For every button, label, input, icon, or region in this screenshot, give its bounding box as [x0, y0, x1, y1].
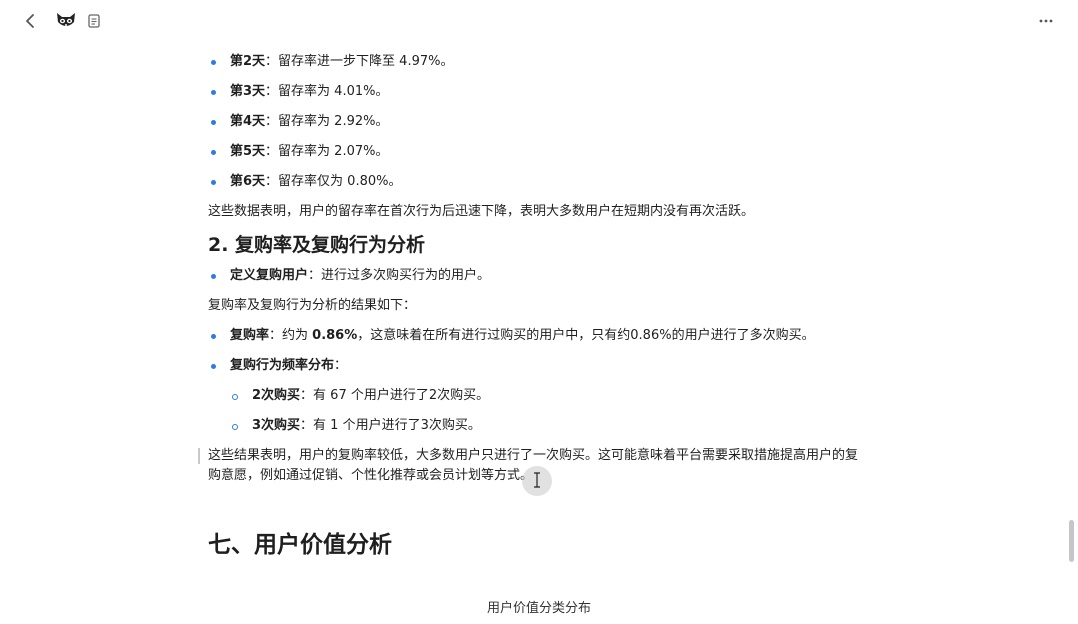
retention-day: 第2天: [230, 54, 266, 69]
bullet-dot: [211, 90, 216, 95]
retention-day: 第3天: [230, 84, 266, 99]
conclusion-line-1: 这些结果表明，用户的复购率较低，大多数用户只进行了一次购买。这可能意味着平台需要…: [208, 448, 859, 463]
bullet-dot: [211, 334, 216, 339]
retention-day: 第5天: [230, 144, 266, 159]
document-outline-button[interactable]: [84, 10, 104, 32]
text-cursor-icon: [534, 472, 540, 488]
retention-text: ：留存率进一步下降至 4.97%。: [265, 54, 454, 69]
definition-item: 定义复购用户：进行过多次购买行为的用户。: [208, 266, 888, 286]
frequency-colon: ：: [334, 358, 348, 373]
bullet-dot: [211, 364, 216, 369]
repurchase-rate-item: 复购率：约为 0.86%，这意味着在所有进行过购买的用户中，只有约0.86%的用…: [208, 326, 888, 346]
retention-item: 第5天：留存率为 2.07%。: [208, 142, 888, 162]
block-handle[interactable]: [198, 448, 200, 464]
rate-value: 0.86%: [312, 328, 358, 343]
document-icon: [88, 14, 100, 28]
bullet-dot: [211, 150, 216, 155]
definition-text: ：进行过多次购买行为的用户。: [308, 268, 491, 283]
retention-day: 第6天: [230, 174, 266, 189]
subitem-text: ：有 67 个用户进行了2次购买。: [300, 388, 490, 403]
subitem-label: 3次购买: [252, 418, 301, 433]
vertical-scrollbar[interactable]: [1069, 520, 1074, 562]
subitem-text: ：有 1 个用户进行了3次购买。: [300, 418, 481, 433]
bullet-dot: [211, 180, 216, 185]
retention-text: ：留存率为 4.01%。: [265, 84, 389, 99]
back-button[interactable]: [18, 10, 42, 32]
retention-summary: 这些数据表明，用户的留存率在首次行为后迅速下降，表明大多数用户在短期内没有再次活…: [208, 204, 755, 219]
subitem-label: 2次购买: [252, 388, 301, 403]
bullet-ring: [232, 394, 238, 400]
more-horizontal-icon: [1039, 19, 1053, 23]
frequency-item: 复购行为频率分布：: [208, 356, 888, 376]
rate-text: ，这意味着在所有进行过购买的用户中，只有约0.86%的用户进行了多次购买。: [357, 328, 815, 343]
retention-item: 第4天：留存率为 2.92%。: [208, 112, 888, 132]
section-heading-user-value: 七、用户价值分析: [208, 532, 392, 558]
chart-title: 用户价值分类分布: [486, 601, 591, 616]
frequency-subitem: 2次购买：有 67 个用户进行了2次购买。: [208, 386, 888, 406]
retention-text: ：留存率为 2.92%。: [265, 114, 389, 129]
frequency-label: 复购行为频率分布: [230, 358, 335, 373]
frequency-subitem: 3次购买：有 1 个用户进行了3次购买。: [208, 416, 888, 436]
more-options-button[interactable]: [1034, 10, 1058, 32]
repurchase-intro: 复购率及复购行为分析的结果如下：: [208, 298, 417, 313]
retention-item: 第3天：留存率为 4.01%。: [208, 82, 888, 102]
retention-text: ：留存率为 2.07%。: [265, 144, 389, 159]
chevron-left-icon: [26, 14, 34, 28]
definition-label: 定义复购用户: [230, 268, 309, 283]
retention-item: 第2天：留存率进一步下降至 4.97%。: [208, 52, 888, 72]
document-page: 第2天：留存率进一步下降至 4.97%。 第3天：留存率为 4.01%。 第4天…: [0, 0, 1078, 624]
section-heading-repurchase: 2. 复购率及复购行为分析: [208, 234, 426, 256]
retention-text: ：留存率仅为 0.80%。: [265, 174, 402, 189]
raccoon-logo-icon: [57, 13, 75, 26]
rate-label: 复购率: [230, 328, 270, 343]
retention-day: 第4天: [230, 114, 266, 129]
bullet-ring: [232, 424, 238, 430]
top-toolbar: [0, 0, 1078, 42]
bullet-dot: [211, 120, 216, 125]
bullet-dot: [211, 274, 216, 279]
bullet-dot: [211, 60, 216, 65]
rate-prefix: ：约为: [269, 328, 313, 343]
app-logo-button[interactable]: [54, 9, 78, 33]
retention-item: 第6天：留存率仅为 0.80%。: [208, 172, 888, 192]
